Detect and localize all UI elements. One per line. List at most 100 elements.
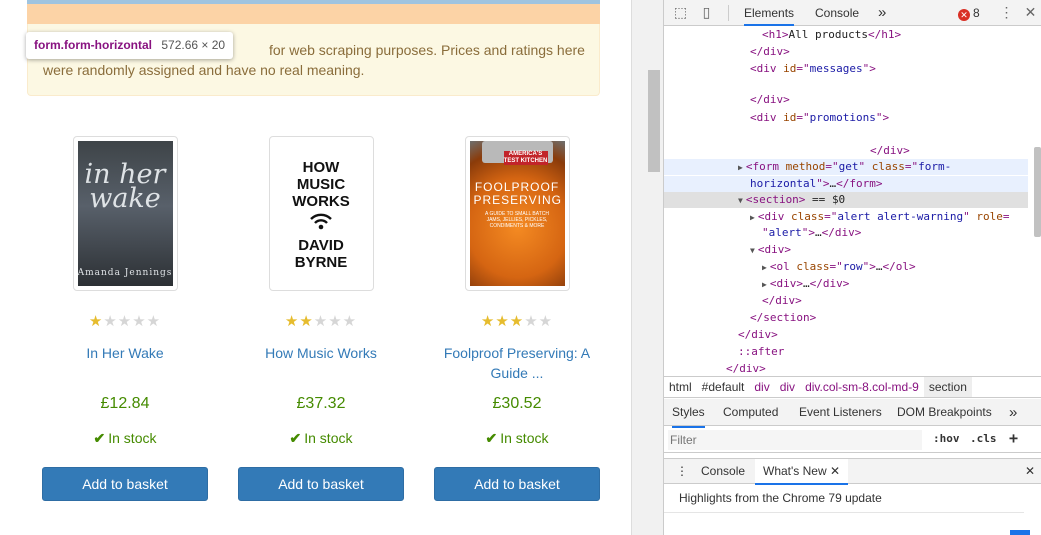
dom-node-line[interactable]: </div>	[664, 361, 1028, 375]
breadcrumb-item[interactable]: div.col-sm-8.col-md-9	[800, 377, 924, 397]
inspect-element-icon[interactable]: ⬚	[672, 4, 689, 21]
dom-scrollbar-thumb[interactable]	[1034, 147, 1041, 237]
product-card: HOW MUSIC WORKS DAVID BYRNE ★★★★★ How Mu…	[231, 136, 411, 501]
dom-node-line[interactable]: </div>	[664, 327, 1028, 343]
dom-token: </div>	[738, 328, 778, 341]
dom-token: "	[963, 210, 977, 223]
dom-token: ::after	[738, 345, 785, 358]
book-cover: AMERICA'S TEST KITCHEN FOOLPROOF PRESERV…	[469, 141, 565, 286]
dom-node-line[interactable]	[664, 126, 1028, 142]
dom-token: alert alert-warning	[837, 210, 964, 223]
hov-toggle[interactable]: :hov	[933, 432, 960, 445]
dom-token: messages	[809, 62, 863, 75]
dom-node-line[interactable]: </div>	[664, 44, 1028, 60]
dom-token: ="	[829, 260, 843, 273]
device-toolbar-icon[interactable]: ▯	[698, 4, 715, 21]
divider	[728, 5, 729, 21]
dom-token: $0	[831, 193, 846, 206]
dom-node-line[interactable]: ▼ <section> == $0	[664, 192, 1028, 208]
dom-node-line[interactable]: <div id="promotions">	[664, 110, 1028, 126]
dom-token: ">	[816, 177, 830, 190]
breadcrumb-item[interactable]: #default	[697, 377, 750, 397]
book-cover: in her wake Amanda Jennings	[77, 141, 173, 286]
dom-token: ="	[796, 62, 810, 75]
add-to-basket-button[interactable]: Add to basket	[434, 467, 600, 501]
more-tabs-button[interactable]: »	[878, 0, 886, 26]
availability: ✔ In stock	[231, 430, 411, 446]
dom-node-line[interactable]: ::after	[664, 344, 1028, 360]
dom-token: ="	[904, 160, 919, 173]
styles-filter-input[interactable]	[668, 430, 922, 450]
breadcrumb-item[interactable]: html	[664, 377, 697, 397]
tab-computed[interactable]: Computed	[723, 399, 778, 426]
tab-elements[interactable]: Elements	[744, 0, 795, 26]
new-style-rule-button[interactable]: +	[1009, 429, 1018, 447]
dom-node-line[interactable]: <h1>All products</h1>	[664, 27, 1028, 43]
add-to-basket-button[interactable]: Add to basket	[238, 467, 404, 501]
page-scrollbar[interactable]	[631, 0, 663, 535]
breadcrumb-item[interactable]: div	[775, 377, 800, 397]
product-image[interactable]: HOW MUSIC WORKS DAVID BYRNE	[268, 136, 374, 291]
expand-toggle-icon[interactable]: ▶	[750, 213, 755, 222]
product-image[interactable]: in her wake Amanda Jennings	[72, 136, 178, 291]
star-rating: ★★★★★	[35, 314, 215, 330]
dom-node-line[interactable]: horizontal">…</form>	[664, 176, 1028, 192]
dom-node-line[interactable]: "alert">…</div>	[664, 225, 1028, 241]
expand-toggle-icon[interactable]: ▼	[738, 196, 743, 205]
star-icon: ★	[509, 313, 525, 330]
dom-node-line[interactable]: <div id="messages">	[664, 61, 1028, 77]
error-count[interactable]: ✕ 8	[958, 6, 980, 21]
dom-token: ==	[805, 193, 832, 206]
tab-styles[interactable]: Styles	[672, 399, 705, 428]
cover-title: FOOLPROOF PRESERVING	[473, 180, 562, 207]
dom-scrollbar[interactable]	[1032, 27, 1041, 375]
tab-event-listeners[interactable]: Event Listeners	[799, 399, 882, 426]
book-cover: HOW MUSIC WORKS DAVID BYRNE	[273, 141, 369, 286]
drawer-tab-whats-new[interactable]: What's New ✕	[755, 459, 849, 485]
whats-new-item[interactable]	[664, 512, 1024, 535]
product-title-link[interactable]: How Music Works	[231, 343, 411, 383]
cover-author: Amanda Jennings	[77, 268, 173, 278]
dom-node-line[interactable]: ▼ <div>	[664, 242, 1028, 258]
element-inspect-tooltip: form.form-horizontal 572.66 × 20	[26, 32, 234, 59]
dom-token: "	[762, 226, 769, 239]
tab-console[interactable]: Console	[815, 0, 859, 26]
close-icon[interactable]: ✕	[1022, 4, 1039, 21]
dom-node-line[interactable]: ▶ <div class="alert alert-warning" role=	[664, 209, 1028, 225]
star-icon: ★	[117, 313, 133, 330]
add-to-basket-button[interactable]: Add to basket	[42, 467, 208, 501]
dom-token: method	[785, 160, 826, 173]
breadcrumb-item[interactable]: section	[923, 377, 972, 397]
breadcrumb-item[interactable]: div	[749, 377, 774, 397]
dom-token: get	[838, 160, 859, 173]
product-image[interactable]: AMERICA'S TEST KITCHEN FOOLPROOF PRESERV…	[464, 136, 570, 291]
expand-toggle-icon[interactable]: ▶	[762, 280, 767, 289]
dom-node-line[interactable]: ▶ <form method="get" class="form-	[664, 159, 1028, 175]
star-icon: ★	[88, 313, 104, 330]
drawer-tab-console[interactable]: Console	[701, 459, 745, 483]
dom-token: ="	[796, 111, 810, 124]
dom-token: ="	[825, 160, 839, 173]
tab-dom-breakpoints[interactable]: DOM Breakpoints	[897, 399, 992, 426]
expand-toggle-icon[interactable]: ▶	[738, 163, 743, 172]
more-subtabs-button[interactable]: »	[1009, 399, 1017, 426]
page-scrollbar-thumb[interactable]	[648, 70, 660, 172]
dom-node-line[interactable]: </div>	[664, 293, 1028, 309]
dom-node-line[interactable]: </div>	[664, 143, 1028, 159]
expand-toggle-icon[interactable]: ▶	[762, 263, 767, 272]
availability-text: In stock	[304, 430, 353, 446]
cls-toggle[interactable]: .cls	[970, 432, 997, 445]
product-title-link[interactable]: Foolproof Preserving: A Guide ...	[427, 343, 607, 383]
dom-node-line[interactable]: ▶ <div>…</div>	[664, 276, 1028, 292]
check-icon: ✔	[93, 430, 106, 446]
drawer-menu-icon[interactable]: ⋮	[676, 459, 688, 483]
close-drawer-icon[interactable]: ✕	[1025, 459, 1035, 483]
expand-toggle-icon[interactable]: ▼	[750, 246, 755, 255]
dom-node-line[interactable]: </div>	[664, 92, 1028, 108]
product-title-link[interactable]: In Her Wake	[35, 343, 215, 383]
dom-node-line[interactable]: </section>	[664, 310, 1028, 326]
star-rating: ★★★★★	[231, 314, 411, 330]
kebab-menu-icon[interactable]: ⋮	[998, 4, 1015, 21]
dom-node-line[interactable]: ▶ <ol class="row">…</ol>	[664, 259, 1028, 275]
close-tab-icon[interactable]: ✕	[830, 464, 840, 478]
